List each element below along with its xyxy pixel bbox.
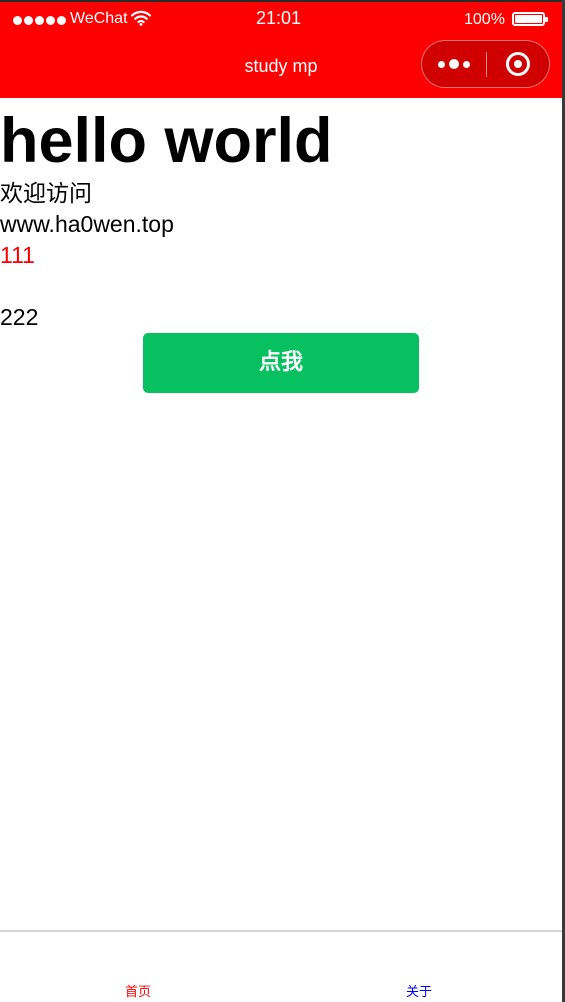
more-options-icon[interactable] [422,41,486,87]
status-time: 21:01 [256,8,302,28]
click-me-button[interactable]: 点我 [143,333,419,393]
close-miniprogram-icon[interactable] [506,52,530,76]
tab-home[interactable]: 首页 [125,984,151,1002]
signal-strength-icon [13,16,66,25]
site-url-text: www.ha0wen.top [0,211,174,237]
welcome-text: 欢迎访问 [0,180,92,206]
wifi-icon [131,10,151,26]
menu-capsule [421,40,550,88]
value-text: 222 [0,304,39,330]
tab-about[interactable]: 关于 [406,984,432,1002]
page-content: hello world 欢迎访问 www.ha0wen.top 111 222 … [0,98,562,930]
hello-heading: hello world [0,106,333,176]
tab-bar: 首页 关于 [0,930,562,1002]
battery-percentage: 100% [464,11,505,28]
battery-icon [512,12,548,26]
status-bar: WeChat 21:01 100% [0,8,562,34]
carrier-name: WeChat [70,10,128,27]
navigation-bar: WeChat 21:01 100% study mp [0,0,562,98]
capsule-divider [486,52,487,77]
red-value-text: 111 [0,242,35,268]
phone-screen: WeChat 21:01 100% study mp hello world 欢… [0,0,562,1002]
